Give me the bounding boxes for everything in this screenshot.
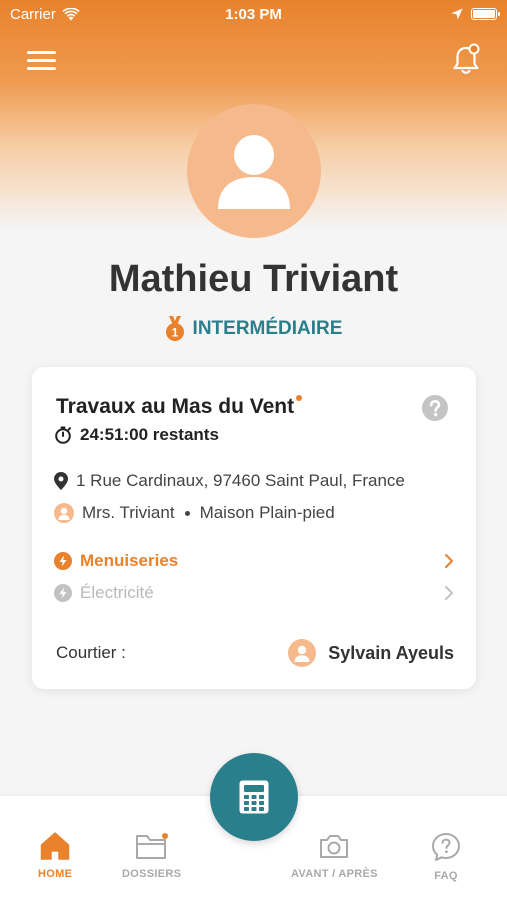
tab-label: DOSSIERS: [122, 868, 182, 880]
medal-icon: 1: [165, 316, 184, 341]
chevron-right-icon: [445, 554, 453, 568]
level-label: INTERMÉDIAIRE: [192, 318, 343, 339]
trade-label: Menuiseries: [80, 551, 179, 570]
battery-icon: [471, 8, 500, 20]
level-badge-row: 1 INTERMÉDIAIRE: [0, 316, 507, 342]
wifi-icon: [62, 7, 80, 20]
timer-row: 24:51:00 restants: [54, 425, 219, 445]
broker-row: Courtier : Sylvain Ayeuls: [56, 639, 454, 667]
location-arrow-icon: [451, 8, 463, 20]
trade-item-menuiseries[interactable]: Menuiseries: [54, 551, 454, 571]
profile-avatar[interactable]: [187, 104, 321, 238]
status-bar: Carrier 1:03 PM: [0, 0, 507, 28]
help-button[interactable]: [422, 395, 448, 421]
tab-faq[interactable]: FAQ: [431, 832, 461, 882]
unread-dot: [296, 395, 303, 401]
stopwatch-icon: [55, 426, 71, 444]
client-avatar: [54, 503, 74, 523]
camera-icon: [320, 835, 349, 858]
question-circle-icon: [422, 395, 448, 421]
trade-left: Électricité: [54, 583, 154, 603]
user-icon: [218, 135, 290, 209]
tab-home[interactable]: HOME: [38, 832, 72, 880]
user-icon: [294, 645, 310, 662]
carrier-label: Carrier: [10, 5, 56, 23]
client-row: Mrs. Triviant Maison Plain-pied: [54, 503, 335, 523]
address-text: 1 Rue Cardinaux, 97460 Saint Paul, Franc…: [76, 471, 405, 490]
map-pin-icon: [54, 472, 68, 490]
client-name: Mrs. Triviant: [82, 503, 175, 522]
medal-number: 1: [171, 326, 178, 340]
user-icon: [58, 507, 70, 520]
broker-name: Sylvain Ayeuls: [328, 642, 454, 663]
trade-left: Menuiseries: [54, 551, 178, 571]
calculator-icon: [239, 780, 269, 814]
status-left: Carrier: [10, 6, 80, 23]
broker-label: Courtier :: [56, 643, 126, 662]
tab-avant-apres[interactable]: AVANT / APRÈS: [291, 832, 378, 880]
trade-label: Électricité: [80, 583, 154, 602]
address-row: 1 Rue Cardinaux, 97460 Saint Paul, Franc…: [54, 471, 405, 491]
tab-label: HOME: [38, 868, 73, 880]
remaining-time: 24:51:00 restants: [80, 425, 219, 444]
property-type: Maison Plain-pied: [199, 503, 335, 522]
broker-contact[interactable]: Sylvain Ayeuls: [288, 639, 454, 667]
tab-label: AVANT / APRÈS: [291, 868, 378, 880]
tab-dossiers[interactable]: DOSSIERS: [122, 832, 181, 880]
lightning-icon: [54, 584, 72, 602]
home-icon: [40, 832, 70, 860]
separator-dot: [184, 510, 190, 516]
project-card[interactable]: Travaux au Mas du Vent 24:51:00 restants…: [32, 367, 476, 689]
question-icon: [432, 833, 460, 861]
calculator-button[interactable]: [210, 753, 298, 841]
bell-icon: [453, 43, 480, 74]
folder-icon: [135, 833, 168, 859]
tab-label: FAQ: [434, 870, 458, 882]
broker-avatar: [288, 639, 317, 667]
user-name: Mathieu Triviant: [108, 258, 399, 300]
notifications-button[interactable]: [449, 42, 483, 78]
trade-item-electricite[interactable]: Électricité: [54, 583, 454, 603]
project-title: Travaux au Mas du Vent: [56, 395, 295, 418]
lightning-icon: [54, 552, 72, 570]
hamburger-icon: [27, 51, 56, 70]
menu-button[interactable]: [26, 48, 58, 74]
project-title-wrap: Travaux au Mas du Vent: [56, 395, 303, 419]
status-right: [451, 8, 500, 20]
chevron-right-icon: [445, 586, 453, 600]
